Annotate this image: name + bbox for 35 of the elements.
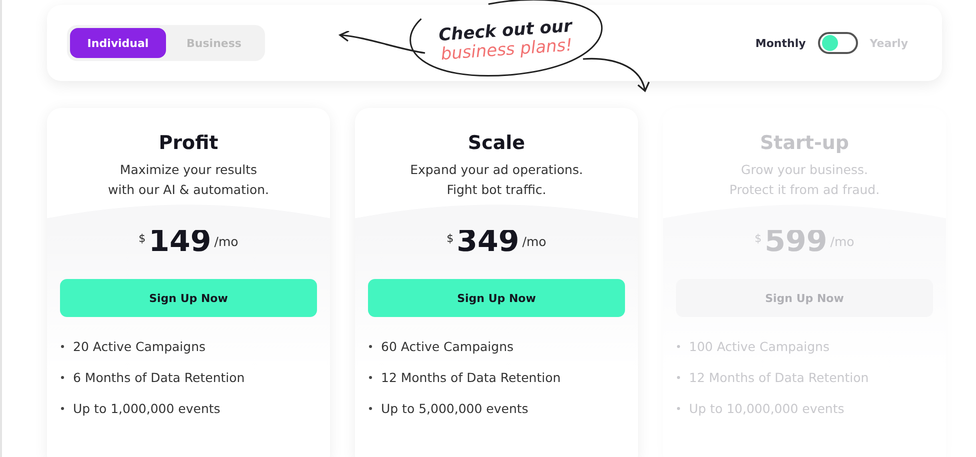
feature-text: 20 Active Campaigns (73, 339, 206, 354)
bullet-icon (677, 376, 680, 379)
feature-text: Up to 1,000,000 events (73, 401, 220, 416)
plan-name: Profit (158, 132, 218, 154)
bullet-icon (369, 407, 372, 410)
monthly-label: Monthly (755, 36, 806, 50)
plan-description: with our AI & automation. (108, 181, 269, 199)
feature-text: 60 Active Campaigns (381, 339, 514, 354)
currency-symbol: $ (138, 232, 146, 245)
plan-description: Fight bot traffic. (446, 181, 546, 199)
bullet-icon (61, 407, 64, 410)
plan-description: Maximize your results (120, 161, 258, 179)
feature-text: 6 Months of Data Retention (73, 370, 245, 385)
bullet-icon (677, 345, 680, 348)
plan-type-tab[interactable]: Individual (70, 28, 166, 58)
feature-text: Up to 5,000,000 events (381, 401, 528, 416)
currency-symbol: $ (446, 232, 454, 245)
price-period: /mo (214, 234, 238, 249)
price-period: /mo (522, 234, 546, 249)
billing-toggle[interactable] (818, 32, 858, 54)
plan-name: Start-up (760, 132, 850, 154)
feature-text: 12 Months of Data Retention (381, 370, 561, 385)
sign-up-button[interactable]: Sign Up Now (368, 279, 625, 317)
plan-name: Scale (468, 132, 526, 154)
bullet-icon (61, 376, 64, 379)
bullet-icon (677, 407, 680, 410)
arrow-icon (581, 55, 651, 95)
currency-symbol: $ (754, 232, 762, 245)
price-amount: 149 (148, 224, 212, 259)
bullet-icon (369, 345, 372, 348)
bullet-icon (369, 376, 372, 379)
plan-description: Expand your ad operations. (410, 161, 583, 179)
bullet-icon (61, 345, 64, 348)
price-amount: 349 (456, 224, 520, 259)
sign-up-button[interactable]: Sign Up Now (60, 279, 317, 317)
